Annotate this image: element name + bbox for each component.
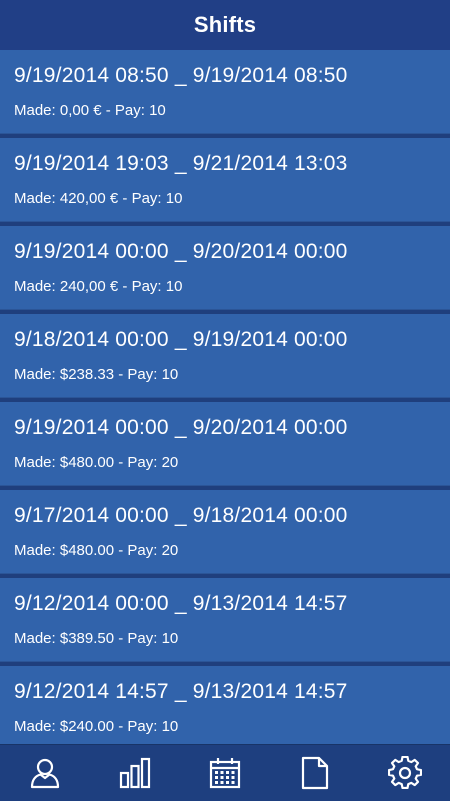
gear-icon xyxy=(388,756,422,790)
shift-summary: Made: 0,00 € - Pay: 10 xyxy=(14,102,166,119)
tab-documents[interactable] xyxy=(295,753,335,793)
shift-summary: Made: $480.00 - Pay: 20 xyxy=(14,454,179,471)
shift-date-range: 9/19/2014 08:50 _ 9/19/2014 08:50 xyxy=(14,64,348,87)
shift-summary: Made: $238.33 - Pay: 10 xyxy=(14,366,179,383)
shift-list[interactable]: 9/19/2014 08:50 _ 9/19/2014 08:50 Made: … xyxy=(0,50,450,744)
shift-date-range: 9/18/2014 00:00 _ 9/19/2014 00:00 xyxy=(14,328,348,351)
bottom-tab-bar xyxy=(0,744,450,801)
shift-row[interactable]: 9/17/2014 00:00 _ 9/18/2014 00:00 Made: … xyxy=(0,490,450,574)
shift-row[interactable]: 9/12/2014 00:00 _ 9/13/2014 14:57 Made: … xyxy=(0,578,450,662)
shift-summary: Made: 420,00 € - Pay: 10 xyxy=(14,190,183,207)
shift-summary: Made: $480.00 - Pay: 20 xyxy=(14,542,179,559)
shift-date-range: 9/12/2014 00:00 _ 9/13/2014 14:57 xyxy=(14,592,348,615)
tab-statistics[interactable] xyxy=(115,753,155,793)
shift-row[interactable]: 9/19/2014 08:50 _ 9/19/2014 08:50 Made: … xyxy=(0,50,450,134)
tab-profile[interactable] xyxy=(25,753,65,793)
shift-date-range: 9/19/2014 19:03 _ 9/21/2014 13:03 xyxy=(14,152,348,175)
calendar-icon xyxy=(209,758,241,789)
shift-row[interactable]: 9/19/2014 00:00 _ 9/20/2014 00:00 Made: … xyxy=(0,226,450,310)
tab-settings[interactable] xyxy=(385,753,425,793)
app-header: Shifts xyxy=(0,0,450,50)
document-icon xyxy=(301,756,329,790)
person-icon xyxy=(30,758,60,789)
bar-chart-icon xyxy=(119,757,151,789)
shift-summary: Made: 240,00 € - Pay: 10 xyxy=(14,278,183,295)
shift-date-range: 9/19/2014 00:00 _ 9/20/2014 00:00 xyxy=(14,416,348,439)
tab-calendar[interactable] xyxy=(205,753,245,793)
shift-date-range: 9/19/2014 00:00 _ 9/20/2014 00:00 xyxy=(14,240,348,263)
shift-date-range: 9/12/2014 14:57 _ 9/13/2014 14:57 xyxy=(14,680,348,703)
page-title: Shifts xyxy=(193,12,257,37)
shift-row[interactable]: 9/19/2014 19:03 _ 9/21/2014 13:03 Made: … xyxy=(0,138,450,222)
shift-row[interactable]: 9/19/2014 00:00 _ 9/20/2014 00:00 Made: … xyxy=(0,402,450,486)
shift-row[interactable]: 9/12/2014 14:57 _ 9/13/2014 14:57 Made: … xyxy=(0,666,450,744)
shift-row[interactable]: 9/18/2014 00:00 _ 9/19/2014 00:00 Made: … xyxy=(0,314,450,398)
shift-summary: Made: $389.50 - Pay: 10 xyxy=(14,630,179,647)
shift-date-range: 9/17/2014 00:00 _ 9/18/2014 00:00 xyxy=(14,504,348,527)
shift-summary: Made: $240.00 - Pay: 10 xyxy=(14,718,179,735)
